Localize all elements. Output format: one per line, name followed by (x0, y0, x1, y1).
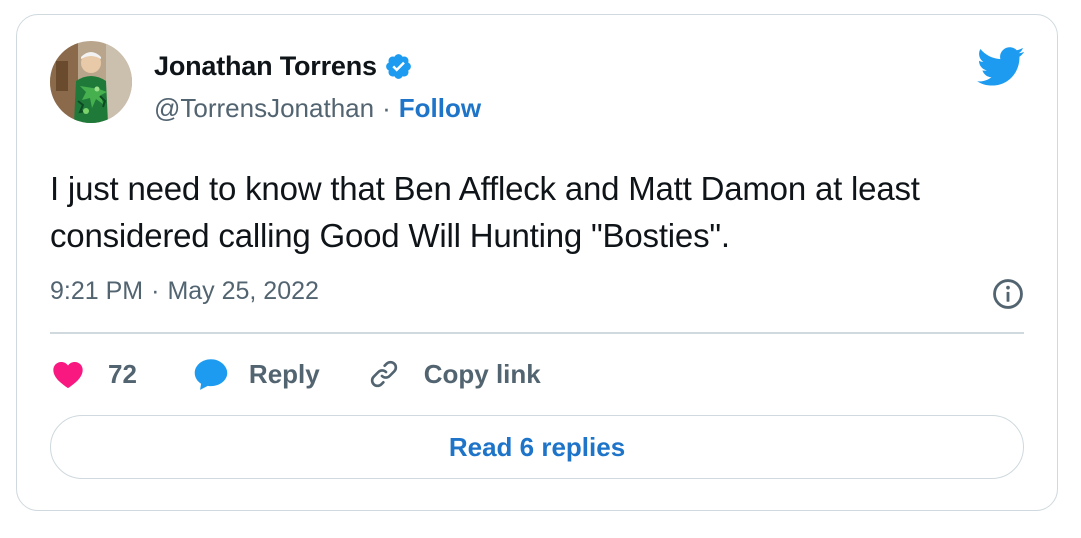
tweet-card: Jonathan Torrens @TorrensJonathan · Foll… (16, 14, 1058, 511)
divider (50, 332, 1024, 334)
tweet-date: May 25, 2022 (167, 277, 319, 305)
avatar-image (50, 41, 132, 123)
avatar[interactable] (50, 41, 132, 123)
reply-button[interactable]: Reply (193, 357, 320, 391)
copy-link-label: Copy link (423, 358, 541, 389)
verified-badge-icon (385, 54, 411, 79)
heart-icon (53, 362, 83, 389)
action-bar: 72 Reply Copy link (52, 357, 541, 391)
info-icon[interactable] (991, 277, 1025, 311)
author-handle-row: @TorrensJonathan · Follow (154, 93, 481, 124)
author-name[interactable]: Jonathan Torrens (154, 51, 377, 82)
read-replies-button[interactable]: Read 6 replies (50, 415, 1024, 479)
separator-dot: · (382, 93, 391, 123)
speech-bubble-icon (194, 359, 228, 390)
reply-label: Reply (248, 358, 320, 389)
follow-button[interactable]: Follow (399, 93, 481, 124)
link-icon (370, 360, 397, 388)
author-name-row: Jonathan Torrens (154, 51, 413, 82)
twitter-bird-icon[interactable] (977, 47, 1025, 87)
tweet-timestamp[interactable]: 9:21 PM · May 25, 2022 (50, 277, 319, 306)
separator-dot: · (151, 277, 160, 305)
like-count: 72 (108, 358, 137, 389)
tweet-text: I just need to know that Ben Affleck and… (50, 170, 920, 254)
copy-link-button[interactable]: Copy link (368, 358, 541, 390)
like-button[interactable]: 72 (52, 359, 137, 390)
author-handle[interactable]: @TorrensJonathan (154, 93, 374, 124)
tweet-time: 9:21 PM (50, 277, 144, 305)
